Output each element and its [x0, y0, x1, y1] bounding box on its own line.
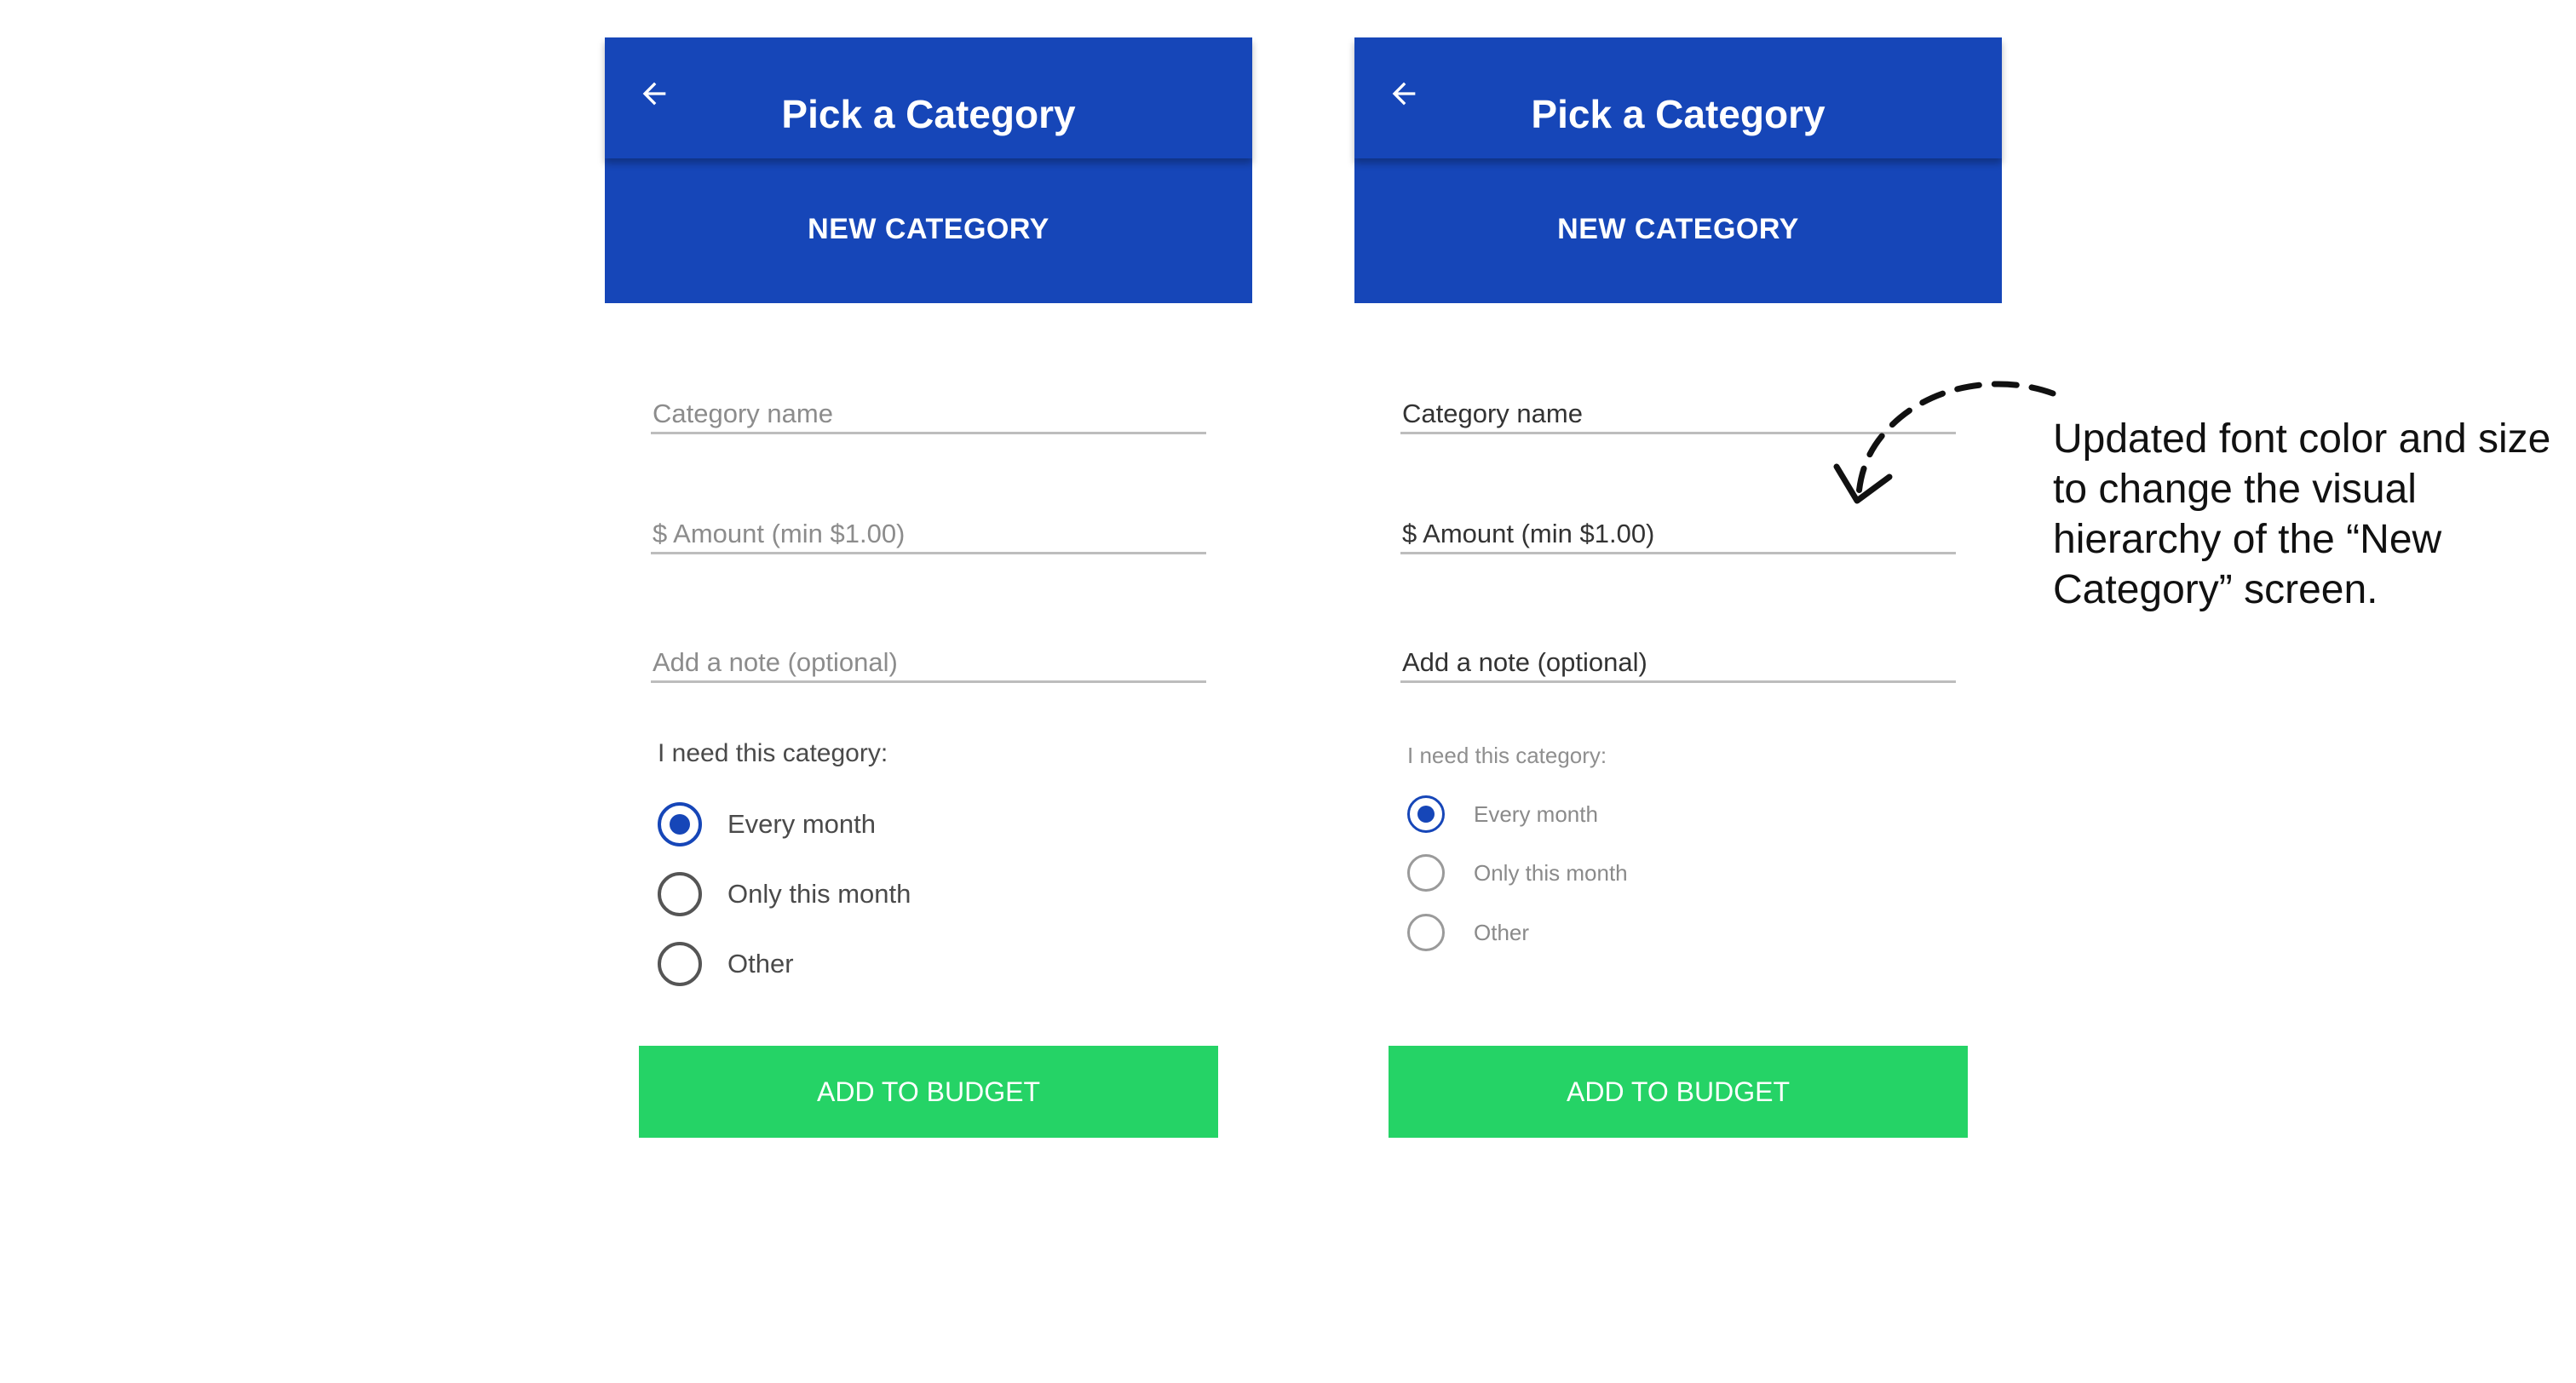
radio-only-this-month[interactable]: Only this month [1407, 849, 1628, 897]
screen-before: Pick a Category NEW CATEGORY I need this… [605, 37, 1252, 1145]
new-category-tab[interactable]: NEW CATEGORY [1354, 158, 2002, 303]
add-to-budget-button[interactable]: ADD TO BUDGET [1389, 1046, 1968, 1138]
radio-selected-icon[interactable] [1407, 795, 1445, 833]
radio-unselected-icon[interactable] [1407, 914, 1445, 951]
radio-label: Only this month [1474, 859, 1628, 886]
radio-label: Every month [727, 809, 877, 839]
category-name-field [651, 383, 1206, 434]
radio-label: Other [1474, 919, 1530, 945]
radio-label: Only this month [727, 879, 911, 909]
app-bar: Pick a Category [605, 37, 1252, 158]
radio-every-month[interactable]: Every month [658, 801, 876, 848]
screen-after: Pick a Category NEW CATEGORY I need this… [1354, 37, 2002, 1145]
radio-selected-icon[interactable] [658, 802, 702, 846]
radio-label: Other [727, 949, 794, 978]
dashed-curved-arrow-icon [1833, 381, 2056, 504]
radio-label: Every month [1474, 801, 1598, 827]
note-field [1400, 632, 1956, 683]
arrow-left-icon[interactable] [1387, 77, 1421, 111]
radio-unselected-icon[interactable] [1407, 854, 1445, 892]
page-title: Pick a Category [1531, 92, 1826, 136]
note-input[interactable] [651, 632, 1206, 680]
add-to-budget-button[interactable]: ADD TO BUDGET [639, 1046, 1218, 1138]
app-bar: Pick a Category [1354, 37, 2002, 158]
amount-input[interactable] [651, 503, 1206, 552]
annotation-note: Updated font color and size to change th… [2053, 416, 2551, 612]
page-title: Pick a Category [781, 92, 1076, 136]
radio-unselected-icon[interactable] [658, 872, 702, 916]
radio-only-this-month[interactable]: Only this month [658, 870, 911, 918]
radio-unselected-icon[interactable] [658, 942, 702, 986]
amount-field [651, 503, 1206, 554]
note-input[interactable] [1400, 632, 1956, 680]
frequency-label: I need this category: [658, 739, 888, 767]
radio-every-month[interactable]: Every month [1407, 790, 1598, 838]
new-category-tab[interactable]: NEW CATEGORY [605, 158, 1252, 303]
frequency-label: I need this category: [1407, 743, 1607, 768]
category-name-input[interactable] [651, 383, 1206, 432]
arrow-left-icon[interactable] [637, 77, 671, 111]
radio-other[interactable]: Other [1407, 909, 1529, 956]
note-field [651, 632, 1206, 683]
radio-other[interactable]: Other [658, 940, 794, 988]
